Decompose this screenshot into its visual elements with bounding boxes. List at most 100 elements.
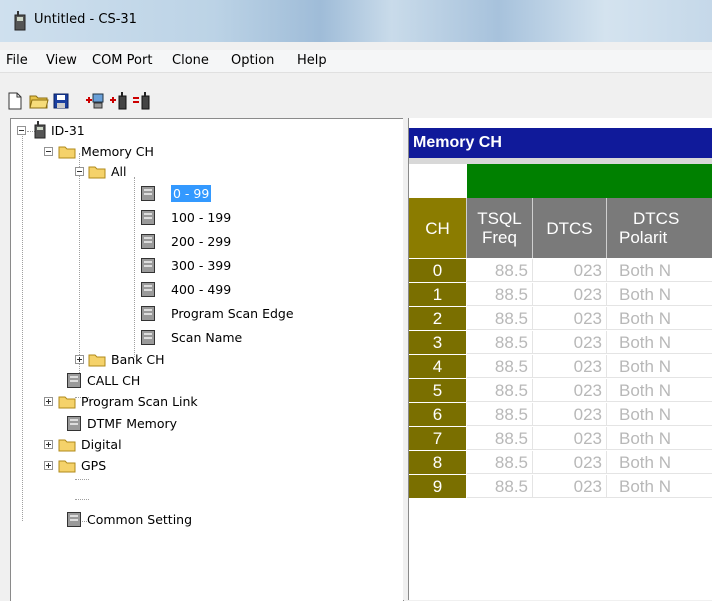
tree-item-range-0-99[interactable]: 0 - 99 (11, 184, 251, 204)
tree-item-all[interactable]: All (11, 162, 231, 182)
row-channel-number[interactable]: 0 (409, 259, 466, 283)
cell-tsql-freq[interactable]: 88.5 (467, 451, 533, 474)
cell-dtcs[interactable]: 023 (533, 451, 607, 474)
cell-dtcs[interactable]: 023 (533, 379, 607, 402)
cell-dtcs-polarity[interactable]: Both N (607, 475, 712, 498)
expand-icon[interactable] (75, 355, 84, 364)
menu-clone[interactable]: Clone (172, 53, 209, 68)
row-channel-number[interactable]: 4 (409, 355, 466, 379)
window-title: Untitled - CS-31 (34, 12, 137, 27)
cell-dtcs-polarity[interactable]: Both N (607, 355, 712, 378)
save-button[interactable] (50, 90, 72, 112)
tree-label: Bank CH (111, 352, 165, 367)
table-row[interactable]: 1 88.5 023 Both N (409, 283, 712, 307)
tree-item-memory-ch[interactable]: Memory CH (11, 142, 231, 162)
column-header-label: Freq (482, 228, 517, 247)
cell-tsql-freq[interactable]: 88.5 (467, 379, 533, 402)
channel-tree[interactable]: ID-31 Memory CH All 0 - 99 100 - 199 200… (10, 118, 404, 601)
tree-item-gps[interactable]: GPS (11, 456, 231, 476)
tree-item-range-400-499[interactable]: 400 - 499 (11, 280, 251, 300)
new-file-button[interactable] (4, 90, 26, 112)
row-channel-number[interactable]: 6 (409, 403, 466, 427)
open-button[interactable] (28, 90, 50, 112)
table-row[interactable]: 7 88.5 023 Both N (409, 427, 712, 451)
cell-tsql-freq[interactable]: 88.5 (467, 427, 533, 450)
row-channel-number[interactable]: 8 (409, 451, 466, 475)
cell-tsql-freq[interactable]: 88.5 (467, 355, 533, 378)
table-row[interactable]: 4 88.5 023 Both N (409, 355, 712, 379)
tree-item-call-ch[interactable]: CALL CH (11, 371, 231, 391)
cell-dtcs[interactable]: 023 (533, 331, 607, 354)
cell-tsql-freq[interactable]: 88.5 (467, 307, 533, 330)
row-channel-number[interactable]: 2 (409, 307, 466, 331)
cell-tsql-freq[interactable]: 88.5 (467, 331, 533, 354)
cell-dtcs[interactable]: 023 (533, 259, 607, 282)
row-channel-number[interactable]: 1 (409, 283, 466, 307)
tree-item-digital[interactable]: Digital (11, 435, 231, 455)
row-channel-number[interactable]: 9 (409, 475, 466, 499)
row-channel-number[interactable]: 7 (409, 427, 466, 451)
collapse-icon[interactable] (17, 126, 26, 135)
cell-tsql-freq[interactable]: 88.5 (467, 475, 533, 498)
cell-tsql-freq[interactable]: 88.5 (467, 283, 533, 306)
cell-dtcs[interactable]: 023 (533, 427, 607, 450)
cell-dtcs[interactable]: 023 (533, 307, 607, 330)
cell-dtcs-polarity[interactable]: Both N (607, 259, 712, 282)
cell-tsql-freq[interactable]: 88.5 (467, 259, 533, 282)
tree-label: CALL CH (87, 373, 141, 388)
tree-label: 0 - 99 (171, 185, 212, 202)
menu-com-port[interactable]: COM Port (92, 53, 152, 68)
tree-item-bank-ch[interactable]: Bank CH (11, 350, 231, 370)
clone-radio-button[interactable] (131, 90, 153, 112)
table-row[interactable]: 2 88.5 023 Both N (409, 307, 712, 331)
cell-dtcs-polarity[interactable]: Both N (607, 307, 712, 330)
tree-item-range-200-299[interactable]: 200 - 299 (11, 232, 251, 252)
tree-item-scan-name[interactable]: Scan Name (11, 328, 271, 348)
table-row[interactable]: 3 88.5 023 Both N (409, 331, 712, 355)
cell-tsql-freq[interactable]: 88.5 (467, 403, 533, 426)
column-header-ch[interactable]: CH (409, 198, 467, 258)
cell-dtcs[interactable]: 023 (533, 403, 607, 426)
menu-view[interactable]: View (46, 53, 77, 68)
title-bar[interactable]: Untitled - CS-31 (0, 0, 712, 42)
collapse-icon[interactable] (75, 167, 84, 176)
cell-dtcs[interactable]: 023 (533, 355, 607, 378)
column-header-dtcs-polarity[interactable]: DTCS Polarit (607, 198, 712, 258)
column-header-tsql-freq[interactable]: TSQL Freq (467, 198, 533, 258)
tree-item-range-100-199[interactable]: 100 - 199 (11, 208, 251, 228)
cell-dtcs-polarity[interactable]: Both N (607, 379, 712, 402)
cell-dtcs-polarity[interactable]: Both N (607, 331, 712, 354)
cell-dtcs-polarity[interactable]: Both N (607, 403, 712, 426)
expand-icon[interactable] (44, 397, 53, 406)
row-channel-number[interactable]: 3 (409, 331, 466, 355)
column-header-dtcs[interactable]: DTCS (533, 198, 607, 258)
cell-dtcs[interactable]: 023 (533, 283, 607, 306)
write-to-radio-button[interactable] (108, 90, 130, 112)
tree-item-common-setting[interactable]: Common Setting (11, 510, 251, 530)
tree-item-program-scan-edge[interactable]: Program Scan Edge (11, 304, 294, 324)
menu-option[interactable]: Option (231, 53, 274, 68)
tree-item-range-300-399[interactable]: 300 - 399 (11, 256, 251, 276)
collapse-icon[interactable] (44, 147, 53, 156)
read-from-radio-button[interactable] (84, 90, 106, 112)
expand-icon[interactable] (44, 440, 53, 449)
cell-dtcs-polarity[interactable]: Both N (607, 283, 712, 306)
menu-file[interactable]: File (6, 53, 28, 68)
cell-dtcs-polarity[interactable]: Both N (607, 451, 712, 474)
table-row[interactable]: 8 88.5 023 Both N (409, 451, 712, 475)
menu-bar: File View COM Port Clone Option Help (0, 50, 712, 73)
write-to-radio-icon (110, 92, 127, 110)
menu-help[interactable]: Help (297, 53, 327, 68)
tree-item-program-scan-link[interactable]: Program Scan Link (11, 392, 251, 412)
tree-root[interactable]: ID-31 (11, 121, 211, 141)
column-header-label: TSQL (477, 209, 522, 228)
table-row[interactable]: 9 88.5 023 Both N (409, 475, 712, 499)
cell-dtcs-polarity[interactable]: Both N (607, 427, 712, 450)
cell-dtcs[interactable]: 023 (533, 475, 607, 498)
table-row[interactable]: 0 88.5 023 Both N (409, 259, 712, 283)
table-row[interactable]: 5 88.5 023 Both N (409, 379, 712, 403)
expand-icon[interactable] (44, 461, 53, 470)
row-channel-number[interactable]: 5 (409, 379, 466, 403)
tree-item-dtmf-memory[interactable]: DTMF Memory (11, 414, 231, 434)
table-row[interactable]: 6 88.5 023 Both N (409, 403, 712, 427)
